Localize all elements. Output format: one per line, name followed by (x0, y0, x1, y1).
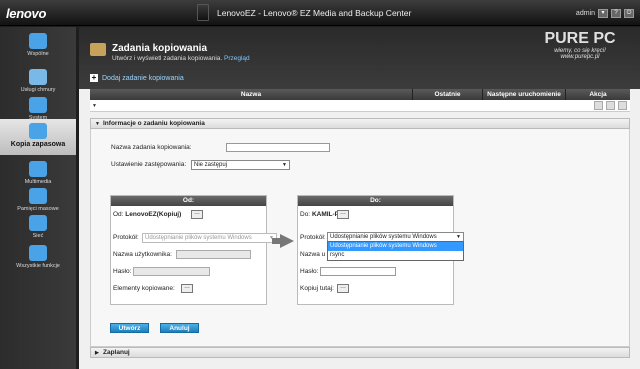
sidebar-item-label: Sieć (32, 233, 44, 239)
from-user-input (176, 250, 251, 259)
folder-icon (90, 43, 106, 56)
run-icon[interactable] (594, 101, 603, 110)
help-icon[interactable]: ? (611, 9, 621, 18)
user-area: admin ▾ ? ⏻ (576, 9, 634, 18)
gear-icon (29, 97, 47, 113)
schedule-section-header[interactable]: ▶ Zaplanuj (90, 347, 630, 358)
sidebar-item-label: Wszystkie funkcje (16, 263, 60, 269)
expand-icon[interactable]: ▼ (92, 103, 97, 109)
protocol-option-rsync[interactable]: rsync (328, 251, 463, 260)
section-title: Informacje o zadaniu kopiowania (103, 120, 205, 127)
add-task-button[interactable]: + Dodaj zadanie kopiowania (90, 74, 184, 82)
to-copy-button[interactable]: … (337, 284, 349, 293)
logout-icon[interactable]: ⏻ (624, 9, 634, 18)
main-content: Zadania kopiowania Utwórz i wyświetl zad… (79, 27, 640, 369)
backup-icon (29, 123, 47, 139)
sidebar-item-label: Kopia zapasowa (10, 141, 66, 148)
to-protocol-value: Udostępnianie plików systemu Windows (330, 234, 437, 240)
replace-label: Ustawienie zastępowania: (111, 161, 187, 168)
app-title: LenovoEZ - Lenovo® EZ Media and Backup C… (217, 8, 412, 18)
task-name-input[interactable] (226, 143, 330, 152)
watermark: PURE PC wiemy, co się kręci! www.purepc.… (530, 30, 630, 84)
from-elements-label: Elementy kopiowane: (113, 285, 175, 292)
to-dest-label: Do: (300, 211, 311, 218)
to-pass-input[interactable] (320, 267, 396, 276)
from-user-label: Nazwa użytkownika: (113, 251, 172, 258)
from-title: Od: (111, 196, 266, 206)
sidebar-item-0[interactable]: Wspólne (0, 29, 76, 65)
from-elements-button[interactable]: … (181, 284, 193, 293)
create-button[interactable]: Utwórz (110, 323, 149, 333)
protocol-dropdown-list: Udostępnianie plików systemu Windows rsy… (327, 241, 464, 261)
sidebar: Wspólne Usługi chmury System Kopia zapasowa… (0, 27, 76, 369)
sidebar-item-label: Wspólne (27, 51, 49, 57)
chevron-down-icon: ▼ (456, 234, 461, 240)
storage-icon (29, 188, 47, 204)
plus-icon: + (90, 73, 98, 82)
subtitle-text: Utwórz i wyświetl zadania kopiowania. (112, 55, 223, 62)
user-name: admin (575, 10, 595, 17)
from-source-value: LenovoEZ(Kopiuj) (125, 211, 182, 218)
user-menu-icon[interactable]: ▾ (598, 9, 608, 18)
cancel-button[interactable]: Anuluj (160, 323, 199, 333)
col-action: Akcja (589, 91, 607, 98)
row-actions (594, 101, 627, 110)
arrow-stem (272, 238, 280, 244)
delete-icon[interactable] (618, 101, 627, 110)
col-last-run[interactable]: Ostatnie uruchomienie (413, 89, 483, 109)
page-header: Zadania kopiowania Utwórz i wyświetl zad… (79, 27, 640, 89)
chevron-down-icon: ▼ (282, 162, 287, 168)
to-browse-button[interactable]: … (337, 210, 349, 219)
protocol-option-windows[interactable]: Udostępnianie plików systemu Windows (328, 242, 463, 251)
col-next-run[interactable]: Następne uruchomienie (483, 89, 566, 100)
server-icon (197, 4, 209, 21)
from-source-label: Od: (113, 211, 124, 218)
col-name[interactable]: Nazwa (90, 89, 413, 100)
top-bar: lenovo LenovoEZ - Lenovo® EZ Media and B… (0, 0, 640, 26)
page-subtitle: Utwórz i wyświetl zadania kopiowania. Pr… (112, 55, 250, 62)
page-title: Zadania kopiowania (112, 43, 208, 54)
task-info-section-header[interactable]: ▼ Informacje o zadaniu kopiowania (90, 118, 630, 129)
from-protocol-select: Udostępnianie plików systemu Windows▼ (142, 233, 277, 243)
add-task-label: Dodaj zadanie kopiowania (102, 74, 184, 82)
sidebar-item-3[interactable]: Kopia zapasowa (0, 119, 76, 155)
from-pass-label: Hasło: (113, 268, 132, 275)
watermark-url: www.purepc.pl (560, 54, 600, 60)
from-protocol-value: Udostępnianie plików systemu Windows (145, 235, 252, 241)
watermark-title: PURE PC (544, 30, 616, 47)
grid-icon (29, 245, 47, 261)
from-pass-input (133, 267, 210, 276)
to-pass-label: Hasło: (300, 268, 319, 275)
collapse-icon: ▼ (95, 121, 100, 127)
arrow-right-icon (280, 234, 294, 248)
expand-icon: ▶ (95, 350, 99, 356)
sidebar-item-7[interactable]: Wszystkie funkcje (0, 241, 76, 277)
table-header: Nazwa Ostatnie uruchomienie Następne uru… (90, 89, 630, 109)
table-row[interactable]: ▼ (90, 100, 630, 112)
to-title: Do: (298, 196, 453, 206)
from-browse-button[interactable]: … (191, 210, 203, 219)
from-source: Od: LenovoEZ(Kopiuj) (113, 211, 181, 218)
from-protocol-label: Protokół: (113, 234, 139, 241)
network-icon (29, 215, 47, 231)
task-name-label: Nazwa zadania kopiowania: (111, 144, 192, 151)
lenovo-logo: lenovo (6, 6, 47, 21)
to-protocol-label: Protokół: (300, 234, 326, 241)
to-user-label: Nazwa u (300, 251, 326, 258)
replace-value: Nie zastępuj (194, 162, 228, 168)
edit-icon[interactable] (606, 101, 615, 110)
star-icon (29, 33, 47, 49)
replace-select[interactable]: Nie zastępuj ▼ (191, 160, 290, 170)
cloud-icon (29, 69, 47, 85)
to-copy-label: Kopiuj tutaj: (300, 285, 334, 292)
schedule-title: Zaplanuj (103, 349, 130, 356)
overview-link[interactable]: Przegląd (224, 55, 250, 62)
film-icon (29, 161, 47, 177)
